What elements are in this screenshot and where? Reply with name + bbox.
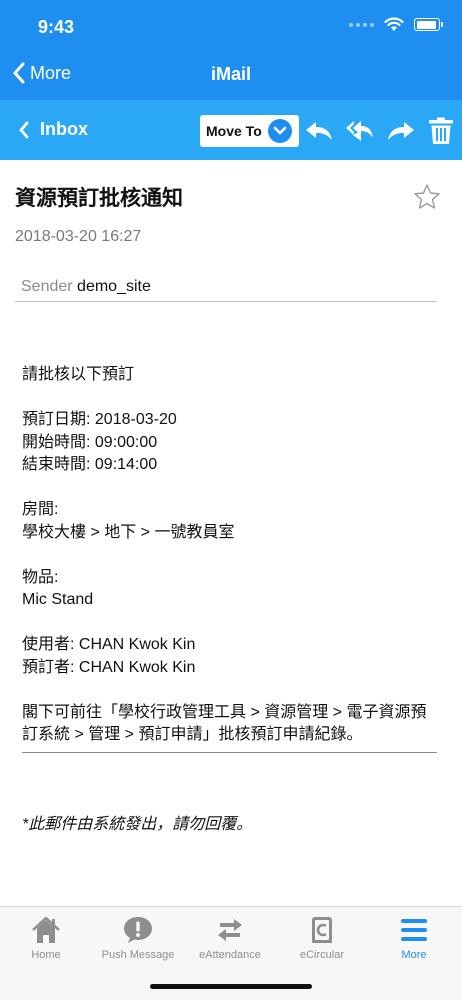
status-time: 9:43 — [38, 17, 75, 37]
mail-body: 請批核以下預訂 預訂日期: 2018-03-20 開始時間: 09:00:00 … — [22, 364, 442, 769]
back-button-label: More — [30, 62, 72, 83]
reply-all-icon[interactable] — [345, 116, 375, 146]
tab-label: More — [401, 949, 427, 961]
ecircular-icon — [312, 917, 332, 943]
home-indicator — [150, 984, 312, 989]
move-to-button[interactable]: Move To — [200, 115, 299, 147]
tab-label: Home — [31, 949, 61, 961]
item-label: 物品: — [22, 568, 59, 586]
trash-icon[interactable] — [426, 116, 456, 146]
tab-label: eCircular — [299, 949, 344, 961]
push-message-icon — [124, 917, 152, 943]
chevron-left-icon — [13, 62, 25, 84]
sender-row: Sender demo_site — [15, 278, 437, 302]
booker-line: 預訂者: CHAN Kwok Kin — [22, 658, 196, 676]
room-label: 房間: — [22, 501, 59, 518]
reply-icon[interactable] — [304, 116, 334, 146]
status-icons — [349, 17, 443, 32]
body-intro: 請批核以下預訂 — [22, 366, 135, 383]
footer-note: *此郵件由系統發出，請勿回覆。 — [22, 816, 253, 833]
user-line: 使用者: CHAN Kwok Kin — [22, 636, 196, 653]
inbox-back-button[interactable]: Inbox — [18, 119, 88, 140]
status-bar: 9:43 — [0, 0, 462, 48]
tab-more[interactable]: More — [368, 915, 460, 961]
end-time: 結束時間: 09:14:00 — [22, 456, 158, 473]
mail-toolbar: Inbox Move To — [0, 100, 462, 160]
item-value: Mic Stand — [22, 591, 94, 608]
sender-value: demo_site — [77, 278, 151, 295]
star-icon[interactable] — [412, 182, 442, 212]
attendance-arrows-icon — [218, 919, 242, 941]
booking-date: 預訂日期: 2018-03-20 — [22, 411, 177, 428]
battery-icon — [414, 18, 443, 31]
chevron-down-icon — [267, 119, 292, 143]
inbox-label: Inbox — [40, 119, 88, 139]
tab-ecircular[interactable]: eCircular — [276, 915, 368, 961]
tab-label: Push Message — [101, 949, 175, 961]
menu-icon — [401, 919, 427, 941]
instruction-text: 閣下可前往「學校行政管理工具 > 資源管理 > 電子資源預訂系統 > 管理 > … — [22, 703, 427, 744]
chevron-left-icon — [19, 121, 29, 138]
wifi-icon — [384, 17, 404, 31]
signal-icon — [349, 22, 374, 27]
sender-label: Sender — [21, 278, 73, 295]
tab-eattendance[interactable]: eAttendance — [184, 915, 276, 961]
move-to-label: Move To — [206, 123, 262, 139]
mail-subject: 資源預訂批核通知 — [15, 187, 183, 210]
room-value: 學校大樓 > 地下 > 一號教員室 — [22, 523, 235, 541]
home-icon — [32, 916, 60, 943]
mail-date: 2018-03-20 16:27 — [15, 228, 142, 245]
tab-home[interactable]: Home — [0, 915, 92, 961]
tab-label: eAttendance — [199, 949, 261, 961]
tab-push-message[interactable]: Push Message — [92, 915, 184, 961]
back-button[interactable]: More — [12, 62, 71, 84]
nav-bar: More iMail — [0, 48, 462, 100]
body-divider — [22, 752, 437, 753]
start-time: 開始時間: 09:00:00 — [22, 433, 158, 451]
forward-icon[interactable] — [386, 116, 416, 146]
